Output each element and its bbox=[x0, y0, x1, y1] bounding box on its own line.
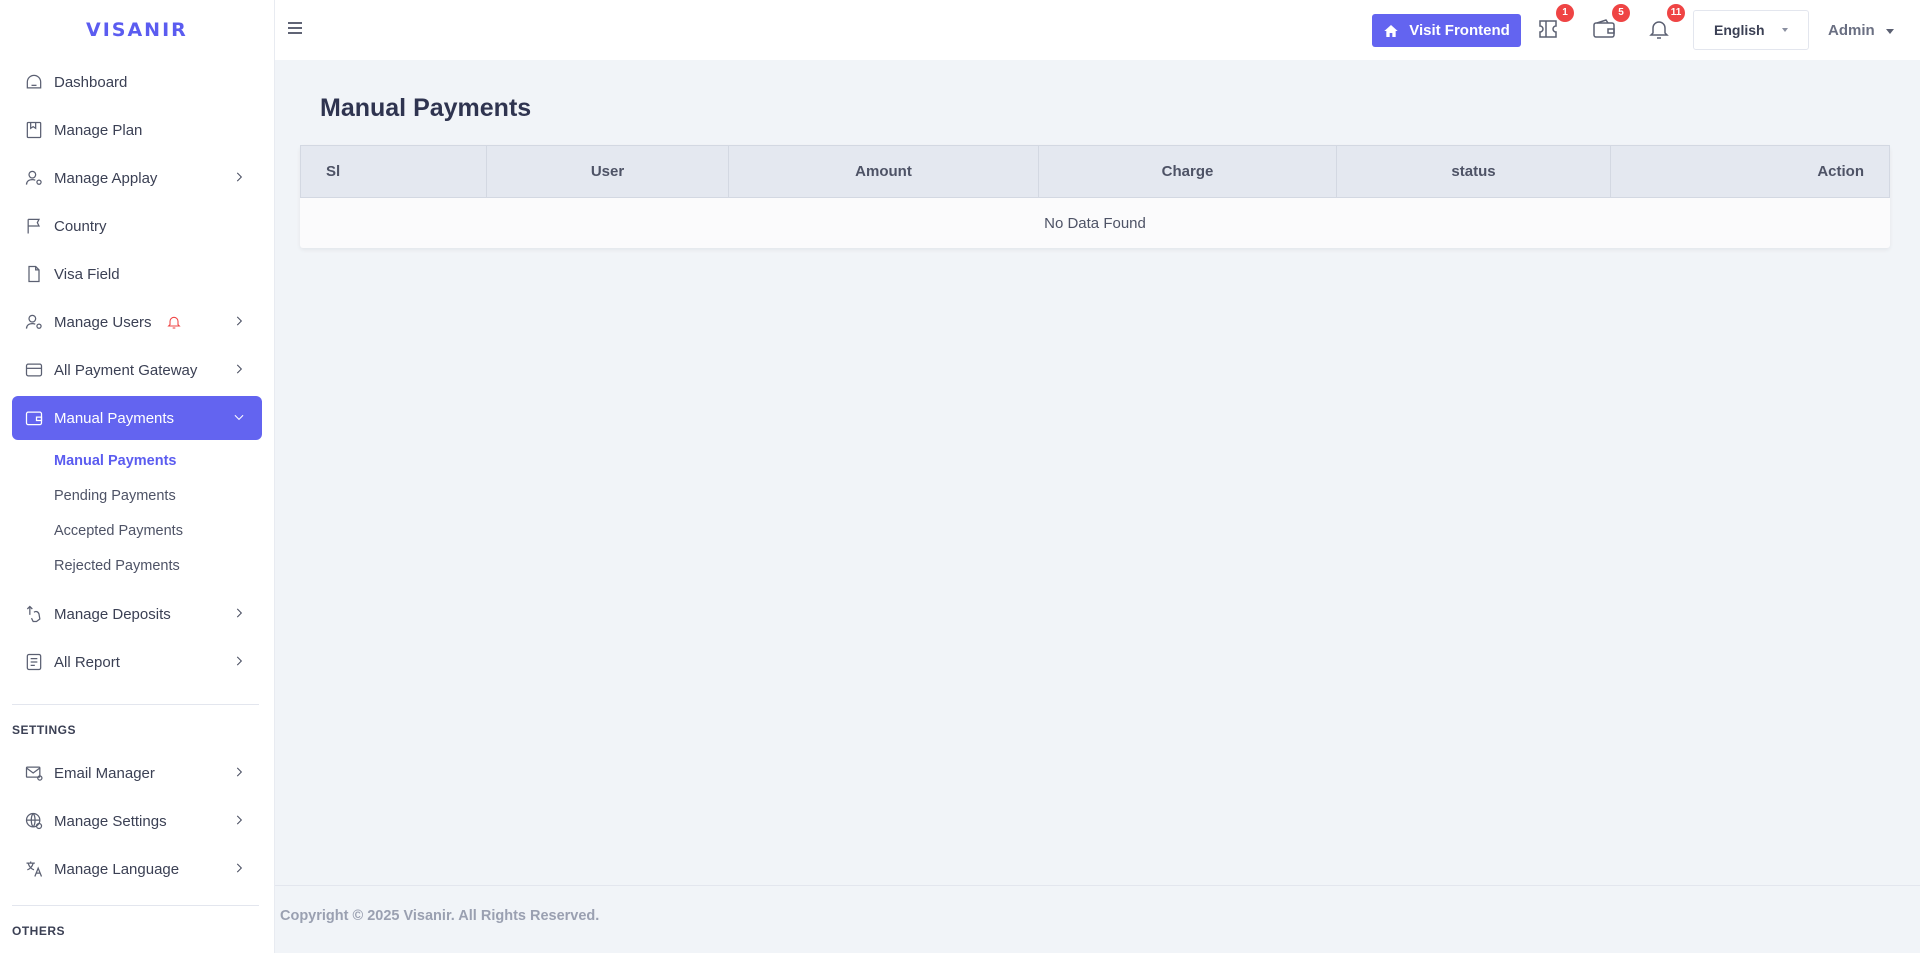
empty-state-text: No Data Found bbox=[1044, 214, 1146, 232]
sidebar-item-label: Manage Language bbox=[54, 860, 180, 878]
alert-bell-icon bbox=[166, 314, 182, 330]
submenu-item-pending-payments[interactable]: Pending Payments bbox=[0, 479, 274, 514]
ticket-badge: 1 bbox=[1556, 4, 1574, 22]
column-header-status[interactable]: status bbox=[1336, 145, 1611, 198]
admin-label: Admin bbox=[1828, 22, 1875, 39]
sidebar-item-all-report[interactable]: All Report bbox=[12, 640, 262, 684]
visit-frontend-button[interactable]: Visit Frontend bbox=[1372, 14, 1521, 47]
sidebar-divider bbox=[12, 905, 259, 906]
chevron-right-icon bbox=[232, 314, 246, 328]
sidebar-item-label: Manage Applay bbox=[54, 169, 158, 187]
others-section-label: OTHERS bbox=[12, 924, 66, 938]
sidebar-item-label: Dashboard bbox=[54, 73, 128, 91]
notification-badge: 11 bbox=[1667, 4, 1685, 22]
sidebar-item-label: Manual Payments bbox=[54, 409, 175, 427]
footer: Copyright © 2025 Visanir. All Rights Res… bbox=[275, 885, 1920, 953]
sidebar-item-label: Visa Field bbox=[54, 265, 120, 283]
user-gear-icon bbox=[24, 312, 44, 332]
sidebar-item-visa-field[interactable]: Visa Field bbox=[12, 252, 262, 296]
column-header-charge[interactable]: Charge bbox=[1038, 145, 1337, 198]
user-gear-icon bbox=[24, 168, 44, 188]
admin-menu[interactable]: Admin bbox=[1828, 22, 1894, 39]
sidebar-item-email-manager[interactable]: Email Manager bbox=[12, 751, 262, 795]
sidebar-item-manage-language[interactable]: Manage Language bbox=[12, 847, 262, 891]
topbar: Visit Frontend 1 5 11 English Admin bbox=[275, 0, 1920, 60]
flag-icon bbox=[24, 216, 44, 236]
sidebar-item-manage-settings[interactable]: Manage Settings bbox=[12, 799, 262, 843]
wallet-icon bbox=[24, 408, 44, 428]
card-icon bbox=[24, 360, 44, 380]
sidebar-item-label: Manage Deposits bbox=[54, 605, 171, 623]
email-gear-icon bbox=[24, 763, 44, 783]
page-title: Manual Payments bbox=[320, 94, 532, 122]
sidebar-item-label: Manage Plan bbox=[54, 121, 143, 139]
sidebar: VISANIR Dashboard Manage Plan Manage App… bbox=[0, 0, 275, 953]
sidebar-item-manage-plan[interactable]: Manage Plan bbox=[12, 108, 262, 152]
column-header-user[interactable]: User bbox=[486, 145, 729, 198]
translate-icon bbox=[24, 859, 44, 879]
report-icon bbox=[24, 652, 44, 672]
ticket-icon[interactable]: 1 bbox=[1536, 4, 1574, 43]
visit-frontend-label: Visit Frontend bbox=[1409, 22, 1510, 39]
deposit-icon bbox=[24, 604, 44, 624]
column-header-action[interactable]: Action bbox=[1610, 145, 1890, 198]
chevron-right-icon bbox=[232, 765, 246, 779]
menu-toggle-icon[interactable] bbox=[287, 20, 303, 38]
settings-section-label: SETTINGS bbox=[12, 723, 77, 737]
submenu-item-rejected-payments[interactable]: Rejected Payments bbox=[0, 549, 274, 584]
caret-down-icon bbox=[1782, 28, 1788, 32]
manual-payments-submenu: Manual Payments Pending Payments Accepte… bbox=[0, 444, 274, 584]
chevron-right-icon bbox=[232, 813, 246, 827]
sidebar-item-all-payment-gateway[interactable]: All Payment Gateway bbox=[12, 348, 262, 392]
chevron-right-icon bbox=[232, 606, 246, 620]
chevron-down-icon bbox=[232, 410, 246, 424]
settings-nav: Email Manager Manage Settings Manage Lan… bbox=[0, 751, 274, 891]
globe-gear-icon bbox=[24, 811, 44, 831]
chevron-right-icon bbox=[232, 654, 246, 668]
home-icon bbox=[1384, 24, 1398, 37]
sidebar-item-label: All Payment Gateway bbox=[54, 361, 198, 379]
sidebar-item-manage-applay[interactable]: Manage Applay bbox=[12, 156, 262, 200]
language-value: English bbox=[1714, 22, 1765, 38]
sidebar-item-label: Email Manager bbox=[54, 764, 155, 782]
sidebar-item-label: Manage Settings bbox=[54, 812, 167, 830]
column-header-amount[interactable]: Amount bbox=[728, 145, 1039, 198]
wallet-badge: 5 bbox=[1612, 4, 1630, 22]
plan-icon bbox=[24, 120, 44, 140]
submenu-item-manual-payments[interactable]: Manual Payments bbox=[0, 444, 274, 479]
sidebar-item-manage-deposits[interactable]: Manage Deposits bbox=[12, 592, 262, 636]
sidebar-divider bbox=[12, 704, 259, 705]
wallet-icon[interactable]: 5 bbox=[1592, 4, 1630, 43]
sidebar-item-manage-users[interactable]: Manage Users bbox=[12, 300, 262, 344]
notification-bell-icon[interactable]: 11 bbox=[1647, 4, 1685, 43]
table-row: No Data Found bbox=[301, 198, 1890, 249]
sidebar-item-dashboard[interactable]: Dashboard bbox=[12, 60, 262, 104]
chevron-right-icon bbox=[232, 861, 246, 875]
sidebar-item-label: All Report bbox=[54, 653, 120, 671]
file-icon bbox=[24, 264, 44, 284]
sidebar-item-label: Country bbox=[54, 217, 107, 235]
table-header-row: Sl User Amount Charge status Action bbox=[300, 145, 1890, 198]
copyright-text: Copyright © 2025 Visanir. All Rights Res… bbox=[280, 908, 600, 924]
sidebar-nav: Dashboard Manage Plan Manage Applay Coun… bbox=[0, 60, 274, 440]
column-header-sl[interactable]: Sl bbox=[300, 145, 487, 198]
payments-table: Sl User Amount Charge status Action No D… bbox=[300, 145, 1890, 248]
payments-table-card: Sl User Amount Charge status Action No D… bbox=[300, 145, 1890, 248]
sidebar-nav-lower: Manage Deposits All Report bbox=[0, 592, 274, 684]
sidebar-item-manual-payments[interactable]: Manual Payments bbox=[12, 396, 262, 440]
chevron-right-icon bbox=[232, 170, 246, 184]
sidebar-item-label: Manage Users bbox=[54, 313, 152, 331]
caret-down-icon bbox=[1885, 28, 1894, 34]
sidebar-item-country[interactable]: Country bbox=[12, 204, 262, 248]
language-select[interactable]: English bbox=[1693, 10, 1809, 50]
dashboard-icon bbox=[24, 72, 44, 92]
submenu-item-accepted-payments[interactable]: Accepted Payments bbox=[0, 514, 274, 549]
chevron-right-icon bbox=[232, 362, 246, 376]
brand-logo[interactable]: VISANIR bbox=[0, 0, 274, 60]
